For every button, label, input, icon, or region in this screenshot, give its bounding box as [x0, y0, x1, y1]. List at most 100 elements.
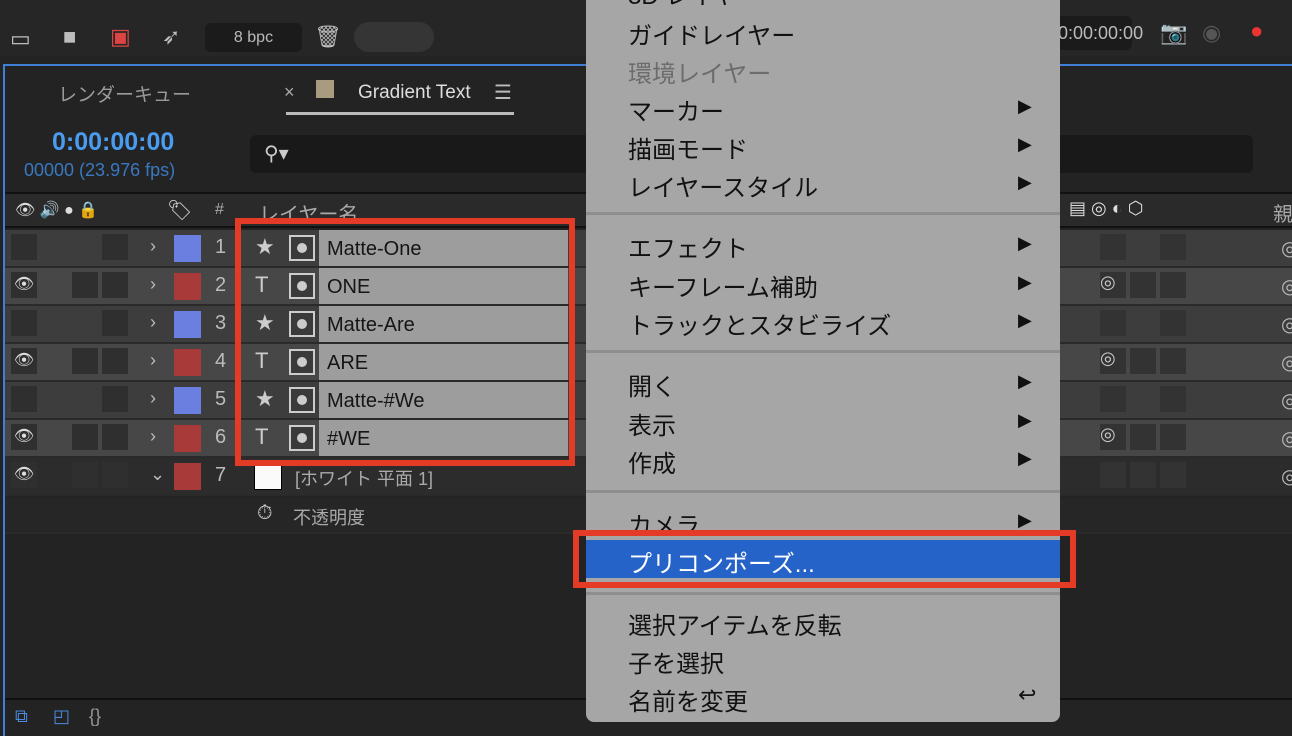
- tab-render-queue[interactable]: レンダーキュー: [58, 80, 191, 107]
- submenu-arrow-icon: ▶: [1018, 172, 1032, 192]
- parent-pickwhip-icon[interactable]: ◎: [1281, 236, 1292, 261]
- solo-toggle[interactable]: [72, 424, 98, 450]
- channel-icon[interactable]: ●: [1250, 20, 1263, 42]
- lock-toggle[interactable]: [102, 234, 128, 260]
- menu-item[interactable]: キーフレーム補助: [628, 268, 818, 303]
- parent-pickwhip-icon[interactable]: ◎: [1281, 312, 1292, 337]
- switch-cell[interactable]: [1100, 234, 1126, 260]
- switch-cell[interactable]: [1100, 310, 1126, 336]
- parent-pickwhip-icon[interactable]: ◎: [1281, 274, 1292, 299]
- current-time[interactable]: 0:00:00:00: [52, 128, 174, 157]
- menu-item[interactable]: 3D レイヤー: [628, 0, 761, 11]
- menu-item[interactable]: 作成: [628, 444, 676, 479]
- visibility-toggle[interactable]: [11, 234, 37, 260]
- menu-item[interactable]: エフェクト: [628, 229, 748, 264]
- in-out-toggle-icon[interactable]: {}: [89, 706, 101, 727]
- flowchart-icon[interactable]: ➶: [162, 26, 180, 48]
- menu-item[interactable]: 名前を変更: [628, 682, 748, 717]
- toolbar-pill[interactable]: [354, 22, 434, 52]
- show-snapshot-icon[interactable]: ◉: [1202, 22, 1221, 44]
- lock-toggle[interactable]: [102, 386, 128, 412]
- switch-cell[interactable]: [1130, 272, 1156, 298]
- layer-number: 7: [215, 464, 227, 486]
- label-color[interactable]: [174, 349, 201, 376]
- switch-cell[interactable]: [1100, 462, 1126, 488]
- menu-item[interactable]: トラックとスタビライズ: [628, 306, 891, 341]
- snapshot-icon[interactable]: 📷: [1160, 22, 1187, 44]
- label-color[interactable]: [174, 235, 201, 262]
- av-switches-icons: 👁 🔊 ● 🔒: [15, 202, 99, 219]
- chevron-right-icon[interactable]: ›: [150, 236, 156, 257]
- eye-icon[interactable]: 👁: [11, 272, 37, 298]
- label-color[interactable]: [174, 387, 201, 414]
- composition-icon[interactable]: ▣: [110, 26, 131, 48]
- label-color[interactable]: [174, 273, 201, 300]
- chevron-right-icon[interactable]: ›: [150, 350, 156, 371]
- parent-column-header: 親: [1273, 204, 1292, 226]
- parent-pickwhip-icon[interactable]: ◎: [1281, 350, 1292, 375]
- visibility-toggle[interactable]: [11, 386, 37, 412]
- 3d-switch-cell[interactable]: [1160, 234, 1186, 260]
- chevron-right-icon[interactable]: ›: [150, 312, 156, 333]
- lock-toggle[interactable]: [102, 272, 128, 298]
- stopwatch-icon[interactable]: ⏱: [257, 502, 273, 525]
- layer-switches-toggle-icon[interactable]: ⧉: [15, 706, 28, 727]
- chevron-down-icon[interactable]: ⌄: [150, 464, 165, 485]
- switch-cell[interactable]: [1130, 424, 1156, 450]
- chevron-right-icon[interactable]: ›: [150, 274, 156, 295]
- motion-blur-icon[interactable]: ◎: [1100, 348, 1126, 374]
- solo-toggle[interactable]: [72, 348, 98, 374]
- solo-toggle[interactable]: [72, 462, 98, 488]
- annotation-box-layers: [235, 218, 575, 466]
- chevron-right-icon[interactable]: ›: [150, 426, 156, 447]
- folder-icon[interactable]: ■: [63, 26, 76, 48]
- tab-gradient-text[interactable]: Gradient Text: [358, 82, 471, 104]
- lock-toggle[interactable]: [102, 310, 128, 336]
- submenu-arrow-icon: ▶: [1018, 134, 1032, 154]
- close-tab-button[interactable]: ×: [284, 82, 295, 103]
- trash-icon[interactable]: 🗑: [314, 26, 342, 48]
- layer-name[interactable]: [ホワイト 平面 1]: [295, 465, 433, 491]
- parent-pickwhip-icon[interactable]: ◎: [1281, 464, 1292, 489]
- label-color[interactable]: [174, 311, 201, 338]
- eye-icon[interactable]: 👁: [11, 424, 37, 450]
- label-color[interactable]: [174, 425, 201, 452]
- motion-blur-icon[interactable]: ◎: [1100, 272, 1126, 298]
- menu-item[interactable]: ガイドレイヤー: [628, 16, 795, 51]
- panel-menu-icon[interactable]: ☰: [494, 80, 512, 105]
- menu-item[interactable]: 子を選択: [628, 644, 724, 679]
- render-queue-icon[interactable]: ▭: [10, 28, 31, 50]
- 3d-switch-cell[interactable]: [1160, 386, 1186, 412]
- menu-item[interactable]: 描画モード: [628, 130, 748, 165]
- transfer-controls-toggle-icon[interactable]: ◰: [53, 706, 70, 727]
- lock-toggle[interactable]: [102, 462, 128, 488]
- eye-icon[interactable]: 👁: [11, 462, 37, 488]
- switch-cell[interactable]: [1100, 386, 1126, 412]
- switch-cell[interactable]: [1130, 348, 1156, 374]
- lock-toggle[interactable]: [102, 424, 128, 450]
- label-color[interactable]: [174, 463, 201, 490]
- menu-item[interactable]: レイヤースタイル: [628, 168, 818, 203]
- motion-blur-icon[interactable]: ◎: [1100, 424, 1126, 450]
- eye-icon[interactable]: 👁: [11, 348, 37, 374]
- 3d-switch-cell[interactable]: [1160, 462, 1186, 488]
- switch-cell[interactable]: [1130, 462, 1156, 488]
- frame-count: 00000 (23.976 fps): [24, 160, 176, 180]
- menu-item[interactable]: 選択アイテムを反転: [628, 606, 842, 641]
- 3d-switch-cell[interactable]: [1160, 348, 1186, 374]
- solo-toggle[interactable]: [72, 272, 98, 298]
- 3d-switch-cell[interactable]: [1160, 424, 1186, 450]
- 3d-switch-cell[interactable]: [1160, 272, 1186, 298]
- visibility-toggle[interactable]: [11, 310, 37, 336]
- parent-pickwhip-icon[interactable]: ◎: [1281, 388, 1292, 413]
- menu-item[interactable]: マーカー: [628, 92, 724, 127]
- parent-pickwhip-icon[interactable]: ◎: [1281, 426, 1292, 451]
- menu-item[interactable]: 開く: [628, 367, 676, 402]
- menu-item[interactable]: 環境レイヤー: [628, 54, 771, 89]
- menu-item[interactable]: 表示: [628, 406, 676, 441]
- lock-toggle[interactable]: [102, 348, 128, 374]
- bit-depth-button[interactable]: 8 bpc: [205, 23, 302, 52]
- 3d-switch-cell[interactable]: [1160, 310, 1186, 336]
- chevron-right-icon[interactable]: ›: [150, 388, 156, 409]
- annotation-box-precompose: [573, 530, 1076, 588]
